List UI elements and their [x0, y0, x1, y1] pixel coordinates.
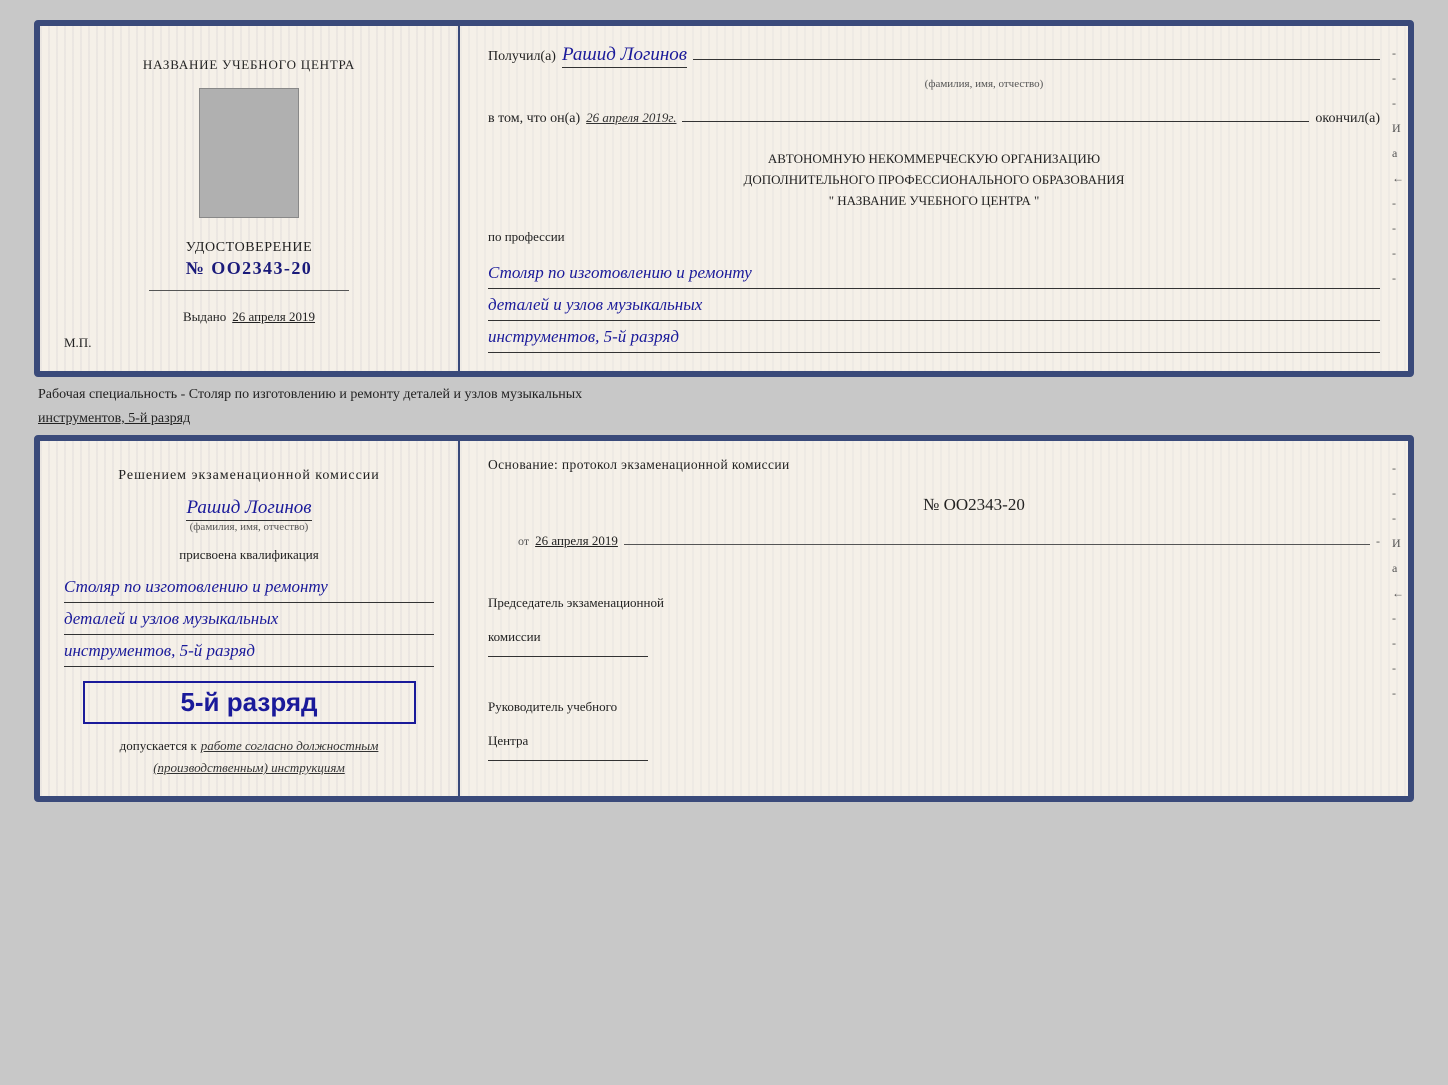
profession-line3: инструментов, 5-й разряд	[488, 323, 1380, 353]
bottom-document: Решением экзаменационной комиссии Рашид …	[34, 435, 1414, 802]
center-name-label: НАЗВАНИЕ УЧЕБНОГО ЦЕНТРА	[143, 56, 355, 74]
chairman-line2: комиссии	[488, 627, 1380, 647]
received-name: Рашид Логинов	[562, 44, 687, 68]
inthat-suffix: окончил(а)	[1315, 111, 1380, 127]
qual-line3: инструментов, 5-й разряд	[64, 637, 434, 667]
highlight-box: 5-й разряд	[83, 681, 416, 724]
bottom-doc-right: Основание: протокол экзаменационной коми…	[460, 441, 1408, 796]
org-line1: АВТОНОМНУЮ НЕКОММЕРЧЕСКУЮ ОРГАНИЗАЦИЮ	[488, 149, 1380, 170]
right-edge-deco: - - - И а ← - - - -	[1392, 46, 1404, 286]
cert-number: № OO2343-20	[186, 258, 312, 279]
photo-placeholder	[199, 88, 299, 218]
org-line3: " НАЗВАНИЕ УЧЕБНОГО ЦЕНТРА "	[488, 191, 1380, 212]
admitted-prefix: допускается к	[120, 738, 197, 754]
from-date: 26 апреля 2019	[535, 533, 618, 549]
head-block: Руководитель учебного Центра	[488, 683, 1380, 761]
bottom-person-name: Рашид Логинов	[186, 497, 311, 521]
commission-decision: Решением экзаменационной комиссии	[118, 465, 379, 487]
cert-title: УДОСТОВЕРЕНИЕ	[186, 240, 312, 256]
bottom-right-edge-deco: - - - И а ← - - - -	[1392, 461, 1404, 701]
received-prefix: Получил(а)	[488, 49, 556, 65]
between-label2: инструментов, 5-й разряд	[34, 411, 1414, 427]
chairman-sign-line	[488, 656, 648, 657]
admitted-text2: (производственным) инструкциям	[153, 760, 345, 775]
qual-line1: Столяр по изготовлению и ремонту	[64, 573, 434, 603]
protocol-number: № OO2343-20	[568, 495, 1380, 515]
highlight-text: 5-й разряд	[180, 687, 317, 717]
bottom-fio-label: (фамилия, имя, отчество)	[190, 521, 309, 533]
mp-label: М.П.	[64, 335, 91, 351]
head-sign-line	[488, 760, 648, 761]
issued-date: 26 апреля 2019	[232, 309, 315, 325]
from-prefix: от	[518, 534, 529, 549]
org-block: АВТОНОМНУЮ НЕКОММЕРЧЕСКУЮ ОРГАНИЗАЦИЮ ДО…	[488, 149, 1380, 211]
basis-line: Основание: протокол экзаменационной коми…	[488, 457, 1380, 473]
inthat-prefix: в том, что он(а)	[488, 111, 580, 127]
head-line2: Центра	[488, 731, 1380, 751]
between-label: Рабочая специальность - Столяр по изгото…	[34, 387, 1414, 403]
qual-line2: деталей и узлов музыкальных	[64, 605, 434, 635]
qualification-label: присвоена квалификация	[179, 547, 318, 563]
admitted-text: работе согласно должностным	[201, 738, 379, 754]
profession-line2: деталей и узлов музыкальных	[488, 291, 1380, 321]
chairman-line1: Председатель экзаменационной	[488, 593, 1380, 613]
org-line2: ДОПОЛНИТЕЛЬНОГО ПРОФЕССИОНАЛЬНОГО ОБРАЗО…	[488, 170, 1380, 191]
issued-prefix: Выдано	[183, 309, 226, 325]
bottom-doc-left: Решением экзаменационной комиссии Рашид …	[40, 441, 460, 796]
top-doc-right: Получил(а) Рашид Логинов (фамилия, имя, …	[460, 26, 1408, 371]
fio-label-top: (фамилия, имя, отчество)	[588, 78, 1380, 90]
inthat-date: 26 апреля 2019г.	[586, 110, 676, 126]
top-document: НАЗВАНИЕ УЧЕБНОГО ЦЕНТРА УДОСТОВЕРЕНИЕ №…	[34, 20, 1414, 377]
profession-line1: Столяр по изготовлению и ремонту	[488, 259, 1380, 289]
head-line1: Руководитель учебного	[488, 697, 1380, 717]
chairman-block: Председатель экзаменационной комиссии	[488, 579, 1380, 657]
top-doc-left: НАЗВАНИЕ УЧЕБНОГО ЦЕНТРА УДОСТОВЕРЕНИЕ №…	[40, 26, 460, 371]
profession-label: по профессии	[488, 229, 1380, 245]
